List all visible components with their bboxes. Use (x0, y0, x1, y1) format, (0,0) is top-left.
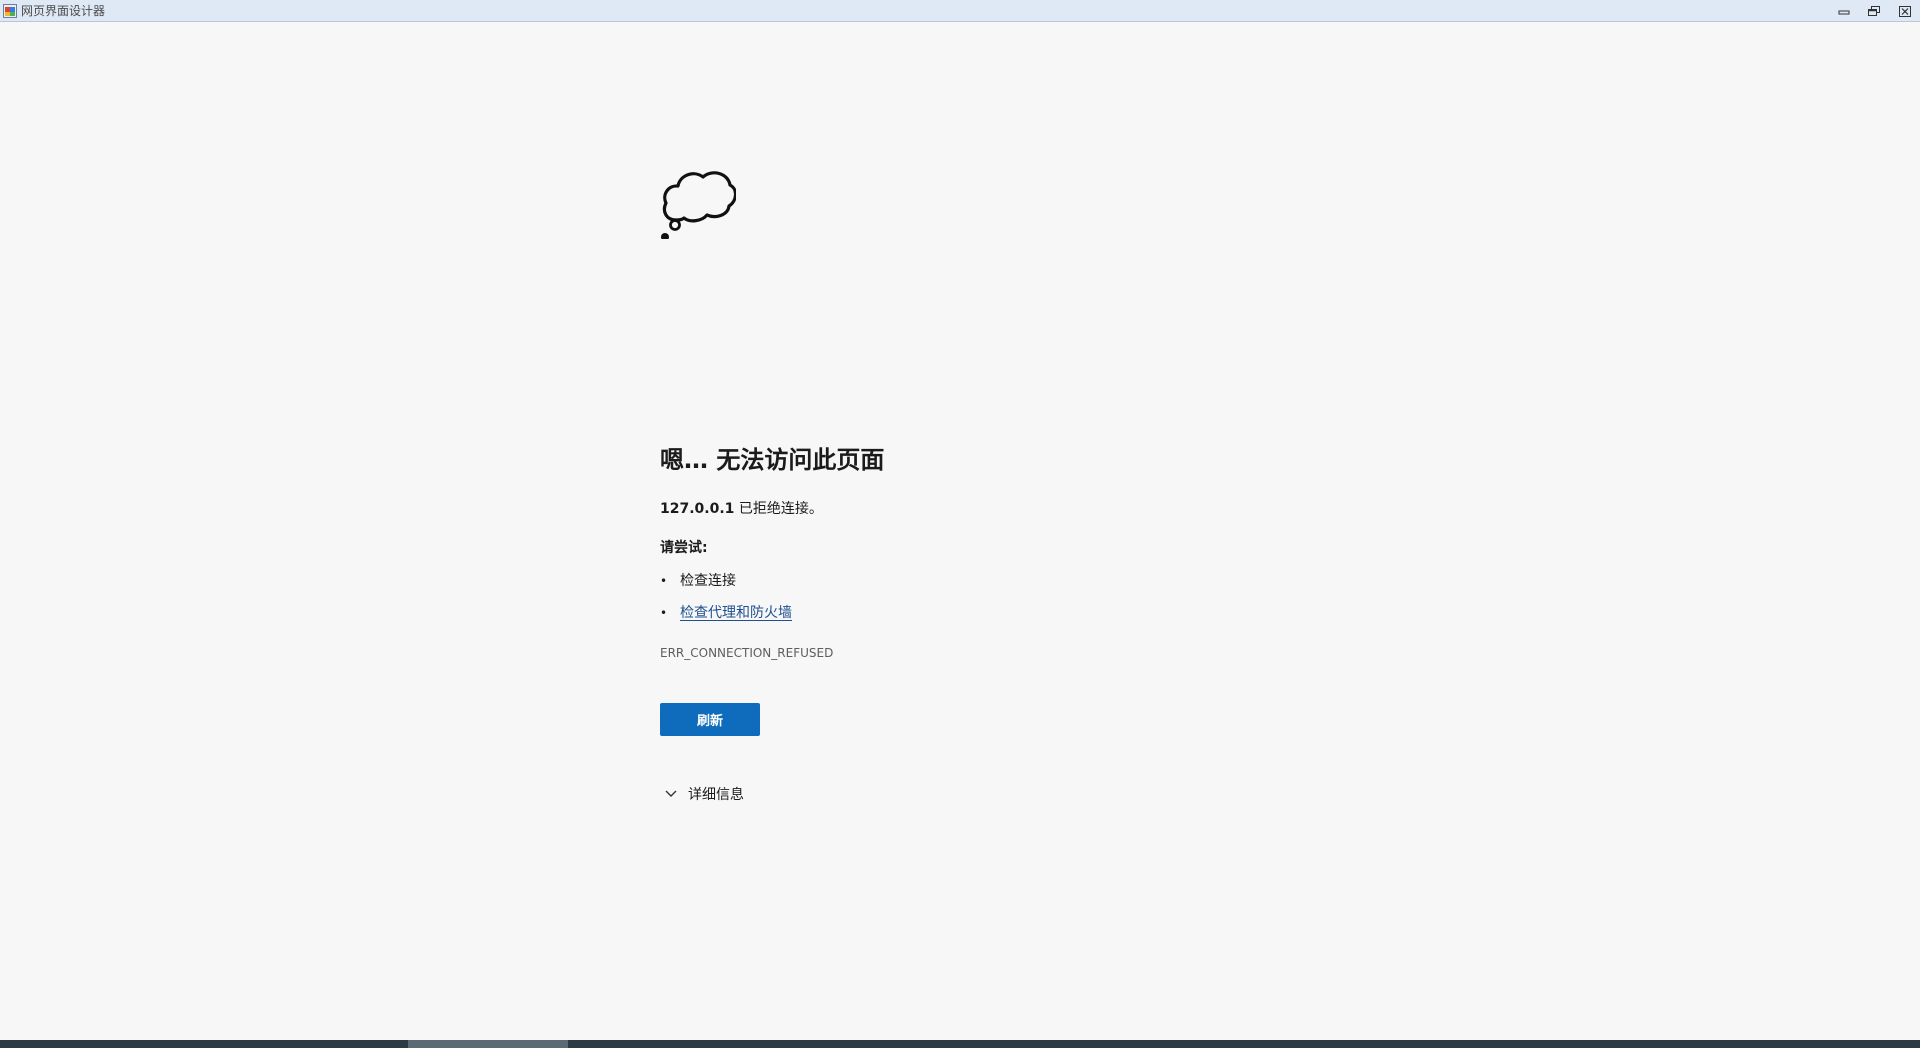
close-button[interactable] (1895, 3, 1915, 19)
suggestion-list: 检查连接 检查代理和防火墙 (660, 570, 792, 634)
restore-button[interactable] (1864, 3, 1884, 19)
details-toggle[interactable]: 详细信息 (660, 782, 744, 806)
suggestion-check-proxy: 检查代理和防火墙 (660, 602, 792, 634)
error-code: ERR_CONNECTION_REFUSED (660, 646, 834, 660)
host-address: 127.0.0.1 (660, 501, 735, 517)
error-message: 127.0.0.1 已拒绝连接。 (660, 498, 823, 520)
try-label: 请尝试: (660, 540, 708, 556)
error-headline: 嗯… 无法访问此页面 (660, 446, 885, 474)
window-title: 网页界面设计器 (21, 4, 106, 18)
title-bar[interactable]: 网页界面设计器 (0, 0, 1920, 22)
host-message: 已拒绝连接。 (734, 501, 823, 517)
browser-window: 网页界面设计器 嗯… 无法访问此页面 127.0.0.1 已拒绝连接。 请尝试:… (0, 0, 1920, 1048)
minimize-icon (1838, 10, 1850, 15)
refresh-button[interactable]: 刷新 (660, 703, 760, 736)
scrollbar-thumb[interactable] (408, 1040, 568, 1048)
minimize-button[interactable] (1834, 3, 1854, 19)
thought-cloud-icon (661, 171, 736, 239)
app-window-icon (3, 4, 17, 18)
details-label: 详细信息 (688, 787, 744, 803)
chevron-down-icon (665, 790, 677, 797)
suggestion-check-connection: 检查连接 (660, 570, 792, 602)
horizontal-scrollbar[interactable] (0, 1040, 1920, 1048)
check-proxy-firewall-link[interactable]: 检查代理和防火墙 (680, 605, 792, 621)
close-icon (1899, 5, 1911, 17)
restore-icon (1868, 5, 1880, 16)
